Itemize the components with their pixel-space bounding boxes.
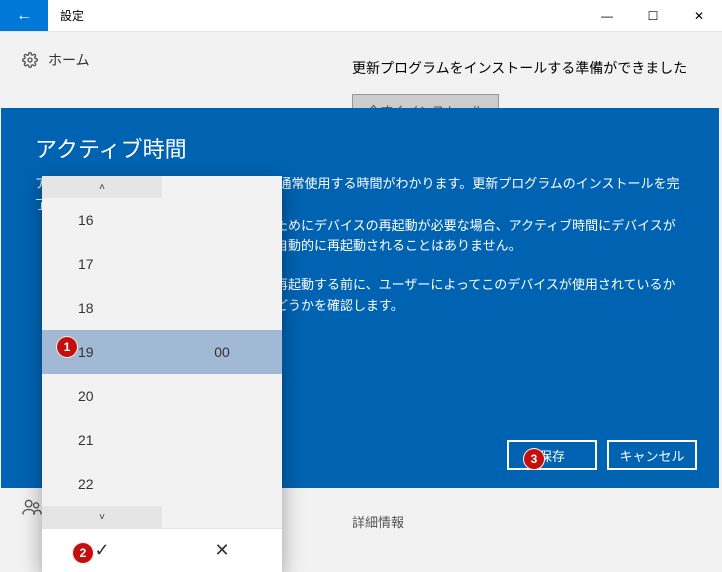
minute-option-empty xyxy=(162,286,282,330)
hour-option[interactable]: 16 xyxy=(42,198,162,242)
hour-option[interactable]: 22 xyxy=(42,462,162,506)
hour-option[interactable]: 18 xyxy=(42,286,162,330)
hour-up-arrow[interactable]: ˄ xyxy=(42,176,162,198)
minute-column[interactable]: 00 xyxy=(162,198,282,506)
minute-option-empty xyxy=(162,242,282,286)
picker-cancel-button[interactable]: ✕ xyxy=(162,529,282,572)
x-icon: ✕ xyxy=(214,540,229,561)
titlebar: ← 設定 — ☐ ✕ xyxy=(0,0,722,32)
detail-info-link[interactable]: 詳細情報 xyxy=(352,512,404,531)
minimize-button[interactable]: — xyxy=(584,0,630,31)
chevron-down-icon: ˅ xyxy=(99,512,105,523)
window-controls: — ☐ ✕ xyxy=(584,0,722,31)
chevron-up-icon: ˄ xyxy=(99,182,105,193)
minute-down-spacer xyxy=(162,506,282,528)
picker-confirm-button[interactable]: ✓ xyxy=(42,529,162,572)
close-icon: ✕ xyxy=(694,9,704,23)
people-icon xyxy=(22,498,42,516)
save-button[interactable]: 保存 xyxy=(507,440,597,470)
hour-option[interactable]: 20 xyxy=(42,374,162,418)
home-label: ホーム xyxy=(48,50,90,70)
hour-option[interactable]: 17 xyxy=(42,242,162,286)
minute-option-empty xyxy=(162,418,282,462)
time-picker: ˄ 16 17 18 19 20 21 22 00 ˅ ✓ ✕ xyxy=(42,176,282,572)
cancel-button[interactable]: キャンセル xyxy=(607,440,697,470)
picker-body: 16 17 18 19 20 21 22 00 xyxy=(42,198,282,506)
window-title: 設定 xyxy=(48,0,584,31)
minimize-icon: — xyxy=(601,9,613,23)
minute-up-spacer xyxy=(162,176,282,198)
hour-down-arrow[interactable]: ˅ xyxy=(42,506,162,528)
overlay-title: アクティブ時間 xyxy=(1,108,719,174)
hour-option[interactable]: 21 xyxy=(42,418,162,462)
annotation-badge-3: 3 xyxy=(523,448,545,470)
picker-scroll-down[interactable]: ˅ xyxy=(42,506,282,528)
update-ready-message: 更新プログラムをインストールする準備ができました xyxy=(352,58,687,78)
check-icon: ✓ xyxy=(94,540,109,561)
minute-option-selected[interactable]: 00 xyxy=(162,330,282,374)
gear-icon xyxy=(22,52,38,68)
back-arrow-icon: ← xyxy=(16,7,32,25)
close-button[interactable]: ✕ xyxy=(676,0,722,31)
back-button[interactable]: ← xyxy=(0,0,48,31)
picker-scroll-up[interactable]: ˄ xyxy=(42,176,282,198)
minute-option-empty xyxy=(162,462,282,506)
maximize-icon: ☐ xyxy=(648,9,659,23)
annotation-badge-1: 1 xyxy=(56,336,78,358)
minute-option-empty xyxy=(162,198,282,242)
maximize-button[interactable]: ☐ xyxy=(630,0,676,31)
annotation-badge-2: 2 xyxy=(72,542,94,564)
minute-option-empty xyxy=(162,374,282,418)
